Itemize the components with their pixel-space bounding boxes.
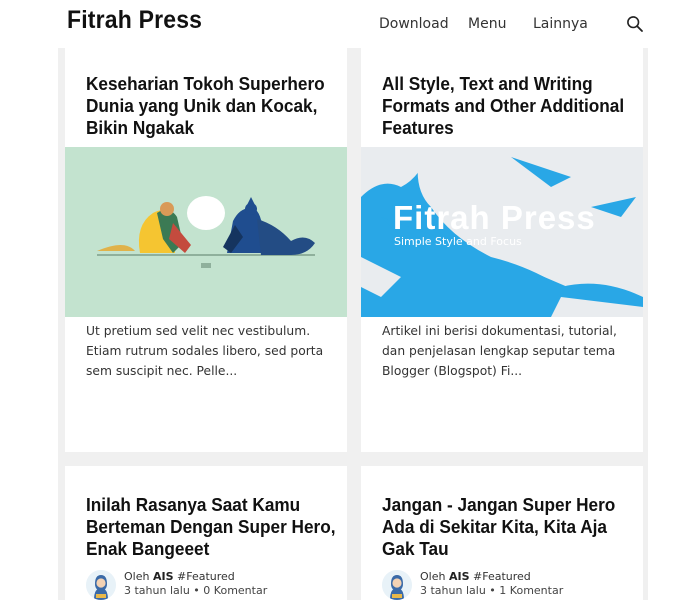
post-time: 3 tahun lalu xyxy=(420,584,486,597)
banner-title: Fitrah Press xyxy=(393,199,596,236)
nav-download[interactable]: Download xyxy=(379,16,449,32)
post-excerpt: Artikel ini berisi dokumentasi, tutorial… xyxy=(382,324,617,378)
post-title[interactable]: All Style, Text and Writing Formats and … xyxy=(382,73,633,139)
post-thumbnail[interactable]: Fitrah Press Simple Style and Focus xyxy=(361,147,643,317)
site-brand[interactable]: Fitrah Press xyxy=(67,6,202,35)
author-avatar-icon xyxy=(382,570,412,600)
avatar[interactable] xyxy=(86,570,116,600)
post-card: Jangan - Jangan Super Hero Ada di Sekita… xyxy=(361,466,643,600)
post-thumbnail[interactable] xyxy=(65,147,347,317)
meta-prefix: Oleh xyxy=(420,570,446,583)
nav-menu[interactable]: Menu xyxy=(468,16,506,32)
post-date-line: 3 tahun lalu • 0 Komentar xyxy=(124,584,267,597)
post-comments[interactable]: 0 Komentar xyxy=(203,584,267,597)
post-card: All Style, Text and Writing Formats and … xyxy=(361,48,643,452)
post-author[interactable]: AIS xyxy=(153,570,174,583)
nav-lainnya[interactable]: Lainnya xyxy=(533,16,588,32)
post-author-line: Oleh AIS #Featured xyxy=(124,570,235,583)
post-time: 3 tahun lalu xyxy=(124,584,190,597)
post-title[interactable]: Keseharian Tokoh Superhero Dunia yang Un… xyxy=(86,73,337,139)
meta-separator: • xyxy=(193,584,204,597)
post-meta: Oleh AIS #Featured 3 tahun lalu • 0 Kome… xyxy=(86,570,336,600)
search-icon[interactable] xyxy=(626,15,644,33)
post-excerpt: Ut pretium sed velit nec vestibulum. Eti… xyxy=(86,324,324,378)
post-card: Inilah Rasanya Saat Kamu Berteman Dengan… xyxy=(65,466,347,600)
superhero-illustration xyxy=(65,147,347,317)
site-header: Fitrah Press Download Menu Lainnya xyxy=(0,0,700,48)
avatar[interactable] xyxy=(382,570,412,600)
post-card: Keseharian Tokoh Superhero Dunia yang Un… xyxy=(65,48,347,452)
meta-separator: • xyxy=(489,584,500,597)
post-label[interactable]: #Featured xyxy=(473,570,531,583)
meta-prefix: Oleh xyxy=(124,570,150,583)
post-date-line: 3 tahun lalu • 1 Komentar xyxy=(420,584,563,597)
post-title[interactable]: Jangan - Jangan Super Hero Ada di Sekita… xyxy=(382,494,633,560)
post-label[interactable]: #Featured xyxy=(177,570,235,583)
post-author-line: Oleh AIS #Featured xyxy=(420,570,531,583)
post-meta: Oleh AIS #Featured 3 tahun lalu • 1 Kome… xyxy=(382,570,632,600)
post-author[interactable]: AIS xyxy=(449,570,470,583)
post-comments[interactable]: 1 Komentar xyxy=(499,584,563,597)
banner-subtitle: Simple Style and Focus xyxy=(394,235,522,248)
post-title[interactable]: Inilah Rasanya Saat Kamu Berteman Dengan… xyxy=(86,494,337,560)
author-avatar-icon xyxy=(86,570,116,600)
